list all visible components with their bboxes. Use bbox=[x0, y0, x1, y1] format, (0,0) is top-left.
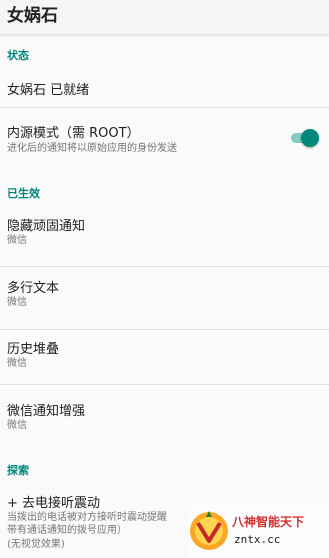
active-item-summary: 微信 bbox=[7, 358, 27, 369]
active-item-history-stack[interactable]: 历史堆叠 微信 bbox=[0, 330, 329, 383]
explore-item-summary-line3: (无视觉效果) bbox=[7, 539, 65, 550]
active-item-wechat-enhance[interactable]: 微信通知增强 微信 bbox=[0, 385, 329, 447]
active-item-title: 历史堆叠 bbox=[7, 342, 60, 357]
active-item-title: 微信通知增强 bbox=[7, 404, 86, 419]
explore-item-title: + 去电接听震动 bbox=[7, 496, 101, 511]
status-ready-text: 女娲石 已就绪 bbox=[7, 83, 90, 98]
category-status-header: 状态 bbox=[7, 49, 29, 62]
inbound-mode-row[interactable]: 内源模式（需 ROOT） 进化后的通知将以原始应用的身份发送 bbox=[0, 108, 329, 164]
watermark-line1: 八神智能天下 bbox=[232, 515, 305, 529]
app-bar: 女娲石 bbox=[0, 0, 329, 34]
active-item-multiline[interactable]: 多行文本 微信 bbox=[0, 267, 329, 329]
active-item-hide-persistent[interactable]: 隐藏顽固通知 微信 bbox=[0, 204, 329, 266]
inbound-mode-switch[interactable] bbox=[291, 129, 319, 147]
explore-item-summary-line2: 带有通话通知的拨号应用） bbox=[7, 525, 127, 536]
watermark-line2: zntx.cc bbox=[234, 533, 281, 546]
active-item-summary: 微信 bbox=[7, 235, 27, 246]
active-item-summary: 微信 bbox=[7, 297, 27, 308]
active-item-title: 多行文本 bbox=[7, 281, 60, 296]
watermark-logo-icon bbox=[190, 511, 228, 550]
app-title: 女娲石 bbox=[7, 6, 58, 26]
category-active-header: 已生效 bbox=[7, 187, 40, 200]
inbound-mode-summary: 进化后的通知将以原始应用的身份发送 bbox=[7, 143, 177, 154]
category-explore-header: 探索 bbox=[7, 464, 29, 477]
watermark: 八神智能天下 zntx.cc bbox=[188, 505, 329, 558]
active-item-summary: 微信 bbox=[7, 420, 27, 431]
switch-thumb bbox=[301, 129, 319, 147]
explore-item-summary-line1: 当拨出的电话被对方接听时震动提醒 bbox=[7, 512, 167, 523]
inbound-mode-title: 内源模式（需 ROOT） bbox=[7, 126, 140, 141]
active-item-title: 隐藏顽固通知 bbox=[7, 219, 86, 234]
status-ready-row: 女娲石 已就绪 bbox=[0, 70, 329, 106]
